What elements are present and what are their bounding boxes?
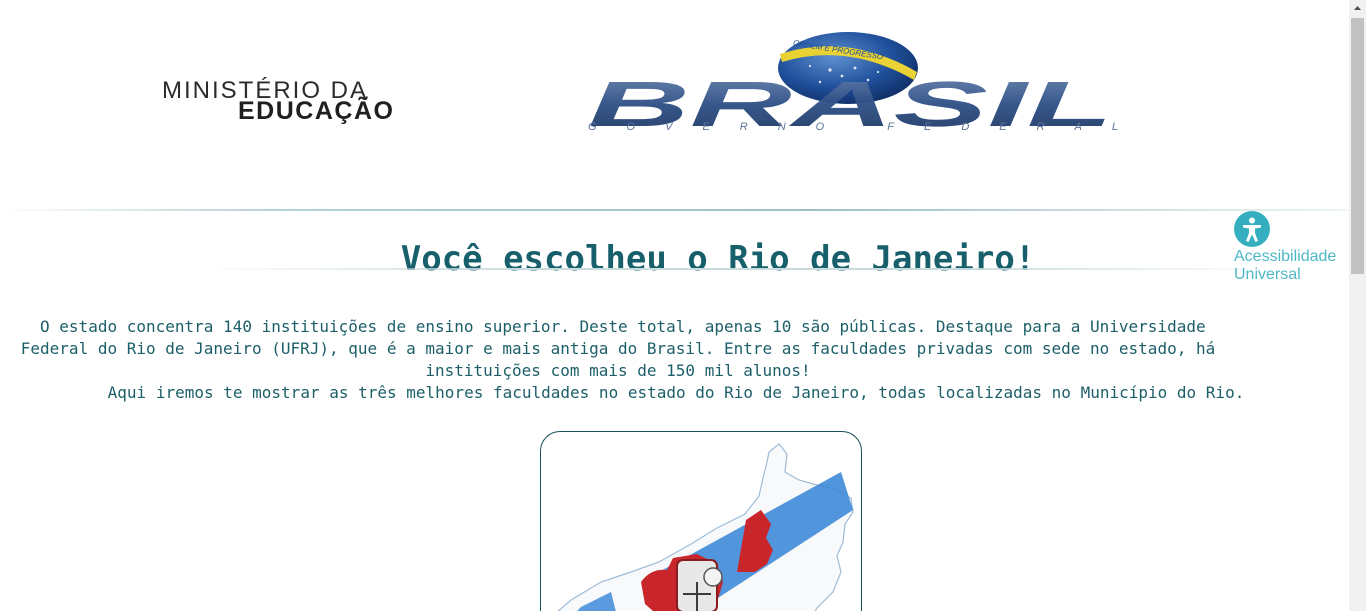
intro-line-3: instituições com mais de 150 mil alunos! — [425, 361, 811, 380]
ministry-logo-line2: EDUCAÇÃO — [238, 97, 395, 125]
title-top-rule — [0, 209, 1349, 211]
scrollbar-thumb[interactable] — [1351, 18, 1364, 274]
governo-federal-brasil-logo: ORDEM E PROGRESSO BRASIL GOVERNO FEDERAL — [588, 32, 1118, 135]
title-bottom-rule — [200, 268, 1280, 270]
page-title: Você escolheu o Rio de Janeiro! — [400, 238, 1036, 279]
intro-line-1: O estado concentra 140 instituições de e… — [30, 317, 1206, 336]
ministry-of-education-logo: MINISTÉRIO DA EDUCAÇÃO — [162, 79, 522, 125]
accessibility-icon[interactable] — [1234, 211, 1270, 247]
accessibility-widget[interactable]: Acessibilidade Universal — [1233, 211, 1343, 285]
rio-de-janeiro-map-image — [557, 443, 854, 611]
accessibility-label-line2: Universal — [1234, 266, 1301, 283]
intro-line-2: Federal do Rio de Janeiro (UFRJ), que é … — [20, 339, 1216, 358]
intro-line-4: Aqui iremos te mostrar as três melhores … — [107, 383, 1245, 402]
intro-text: O estado concentra 140 instituições de e… — [0, 316, 1245, 404]
rio-de-janeiro-map-card — [540, 431, 862, 611]
vertical-scrollbar[interactable] — [1349, 0, 1366, 611]
accessibility-label-line1: Acessibilidade — [1234, 248, 1337, 265]
scroll-up-arrow-icon[interactable] — [1349, 0, 1366, 17]
accessibility-label[interactable]: Acessibilidade Universal — [1234, 248, 1336, 284]
page: MINISTÉRIO DA EDUCAÇÃO ORDEM E PROGRESSO… — [0, 0, 1349, 611]
